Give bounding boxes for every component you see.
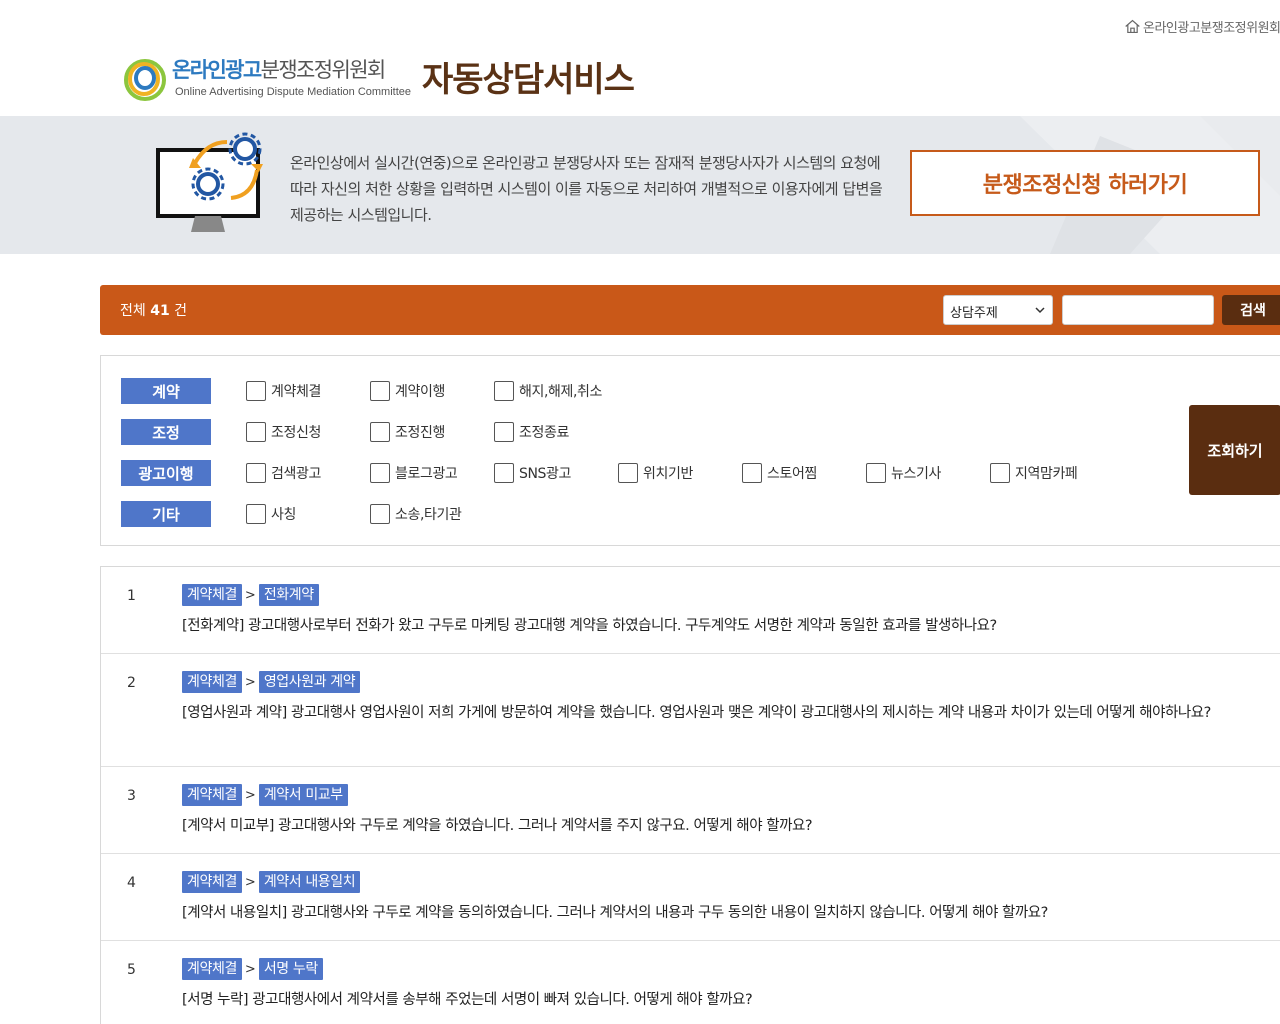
item-tags: 계약체결 > 계약서 미교부 [182, 784, 348, 806]
category-label: 기타 [121, 501, 211, 527]
search-input[interactable] [1062, 295, 1214, 325]
subcategory-tag: 영업사원과 계약 [258, 671, 361, 693]
list-item[interactable]: 2 계약체결 > 영업사원과 계약 [영업사원과 계약] 광고대행사 영업사원이 저… [101, 654, 1280, 767]
item-question: [영업사원과 계약] 광고대행사 영업사원이 저희 가게에 방문하여 계약을 했… [182, 705, 1211, 721]
item-tags: 계약체결 > 계약서 내용일치 [182, 871, 361, 893]
topic-select[interactable]: 상담주제 [943, 295, 1053, 325]
list-item[interactable]: 5 계약체결 > 서명 누락 [서명 누락] 광고대행사에서 계약서를 송부해 주었… [101, 941, 1280, 1024]
filter-panel: 계약 계약체결 계약이행 해지,해제,취소 조정 조정신청 조정진행 조정종료 … [100, 355, 1280, 546]
apply-mediation-button[interactable]: 분쟁조정신청 하러가기 [910, 150, 1260, 216]
filter-row-mediation: 조정 조정신청 조정진행 조정종료 [121, 419, 618, 445]
checkbox-mediation-apply[interactable]: 조정신청 [246, 422, 370, 442]
item-number: 2 [127, 675, 136, 691]
checkbox-contract-conclusion[interactable]: 계약체결 [246, 381, 370, 401]
item-question: [전화계약] 광고대행사로부터 전화가 왔고 구두로 마케팅 광고대행 계약을 … [182, 618, 997, 634]
item-number: 4 [127, 875, 136, 891]
category-tag: 계약체결 [182, 958, 242, 980]
service-description: 온라인상에서 실시간(연중)으로 온라인광고 분쟁당사자 또는 잠재적 분쟁당사… [290, 154, 883, 224]
chevron-right-icon: > [244, 874, 256, 890]
item-tags: 계약체결 > 서명 누락 [182, 958, 323, 980]
category-tag: 계약체결 [182, 871, 242, 893]
checkbox-local-mom-cafe[interactable]: 지역맘카페 [990, 463, 1114, 483]
query-button[interactable]: 조회하기 [1189, 405, 1280, 495]
chevron-right-icon: > [244, 961, 256, 977]
checkbox-contract-termination[interactable]: 해지,해제,취소 [494, 381, 618, 401]
checkbox-sns-ad[interactable]: SNS광고 [494, 463, 618, 483]
total-count: 전체 41 건 [120, 303, 188, 319]
category-tag: 계약체결 [182, 671, 242, 693]
subcategory-tag: 계약서 내용일치 [258, 871, 361, 893]
page-title: 자동상담서비스 [422, 60, 635, 100]
logo-name: 온라인광고분쟁조정위원회 [172, 58, 386, 82]
item-tags: 계약체결 > 영업사원과 계약 [182, 671, 361, 693]
checkbox-location-based[interactable]: 위치기반 [618, 463, 742, 483]
list-item[interactable]: 4 계약체결 > 계약서 내용일치 [계약서 내용일치] 광고대행사와 구두로 계약… [101, 854, 1280, 941]
home-link-label: 온라인광고분쟁조정위원회 [1143, 21, 1280, 36]
category-label: 조정 [121, 419, 211, 445]
logo-emblem-icon [124, 59, 166, 101]
list-item[interactable]: 1 계약체결 > 전화계약 [전화계약] 광고대행사로부터 전화가 왔고 구두로 마… [101, 567, 1280, 654]
checkbox-store-zzim[interactable]: 스토어찜 [742, 463, 866, 483]
checkbox-impersonation[interactable]: 사칭 [246, 504, 370, 524]
automation-monitor-icon [156, 132, 263, 232]
search-bar: 전체 41 건 상담주제 검색 [100, 285, 1280, 335]
category-label: 계약 [121, 378, 211, 404]
subcategory-tag: 전화계약 [258, 584, 319, 606]
subcategory-tag: 서명 누락 [258, 958, 323, 980]
item-question: [계약서 내용일치] 광고대행사와 구두로 계약을 동의하였습니다. 그러나 계… [182, 905, 1048, 921]
filter-row-contract: 계약 계약체결 계약이행 해지,해제,취소 [121, 378, 618, 404]
search-button[interactable]: 검색 [1222, 295, 1280, 325]
chevron-down-icon [1035, 307, 1045, 314]
checkbox-lawsuit-other-agency[interactable]: 소송,타기관 [370, 504, 494, 524]
filter-row-ad-execution: 광고이행 검색광고 블로그광고 SNS광고 위치기반 스토어찜 뉴스기사 지역맘… [121, 460, 1114, 486]
home-icon [1125, 19, 1140, 34]
list-item[interactable]: 3 계약체결 > 계약서 미교부 [계약서 미교부] 광고대행사와 구두로 계약을 … [101, 767, 1280, 854]
category-tag: 계약체결 [182, 584, 242, 606]
intro-banner: 온라인상에서 실시간(연중)으로 온라인광고 분쟁당사자 또는 잠재적 분쟁당사… [0, 116, 1280, 254]
checkbox-search-ad[interactable]: 검색광고 [246, 463, 370, 483]
committee-logo[interactable]: 온라인광고분쟁조정위원회 Online Advertising Dispute … [123, 54, 413, 104]
chevron-right-icon: > [244, 674, 256, 690]
category-label: 광고이행 [121, 460, 211, 486]
checkbox-blog-ad[interactable]: 블로그광고 [370, 463, 494, 483]
item-number: 3 [127, 788, 136, 804]
checkbox-contract-performance[interactable]: 계약이행 [370, 381, 494, 401]
topic-select-value: 상담주제 [950, 306, 998, 321]
home-link[interactable]: 온라인광고분쟁조정위원회 [1124, 17, 1280, 36]
category-tag: 계약체결 [182, 784, 242, 806]
checkbox-mediation-end[interactable]: 조정종료 [494, 422, 618, 442]
item-number: 5 [127, 962, 136, 978]
item-tags: 계약체결 > 전화계약 [182, 584, 319, 606]
chevron-right-icon: > [244, 787, 256, 803]
checkbox-mediation-progress[interactable]: 조정진행 [370, 422, 494, 442]
item-question: [계약서 미교부] 광고대행사와 구두로 계약을 하였습니다. 그러나 계약서를… [182, 818, 813, 834]
subcategory-tag: 계약서 미교부 [258, 784, 348, 806]
item-number: 1 [127, 588, 136, 604]
results-list: 1 계약체결 > 전화계약 [전화계약] 광고대행사로부터 전화가 왔고 구두로 마… [100, 566, 1280, 1024]
filter-row-etc: 기타 사칭 소송,타기관 [121, 501, 494, 527]
chevron-right-icon: > [244, 587, 256, 603]
checkbox-news-article[interactable]: 뉴스기사 [866, 463, 990, 483]
item-question: [서명 누락] 광고대행사에서 계약서를 송부해 주었는데 서명이 빠져 있습니… [182, 992, 753, 1008]
logo-subtitle: Online Advertising Dispute Mediation Com… [175, 86, 412, 98]
